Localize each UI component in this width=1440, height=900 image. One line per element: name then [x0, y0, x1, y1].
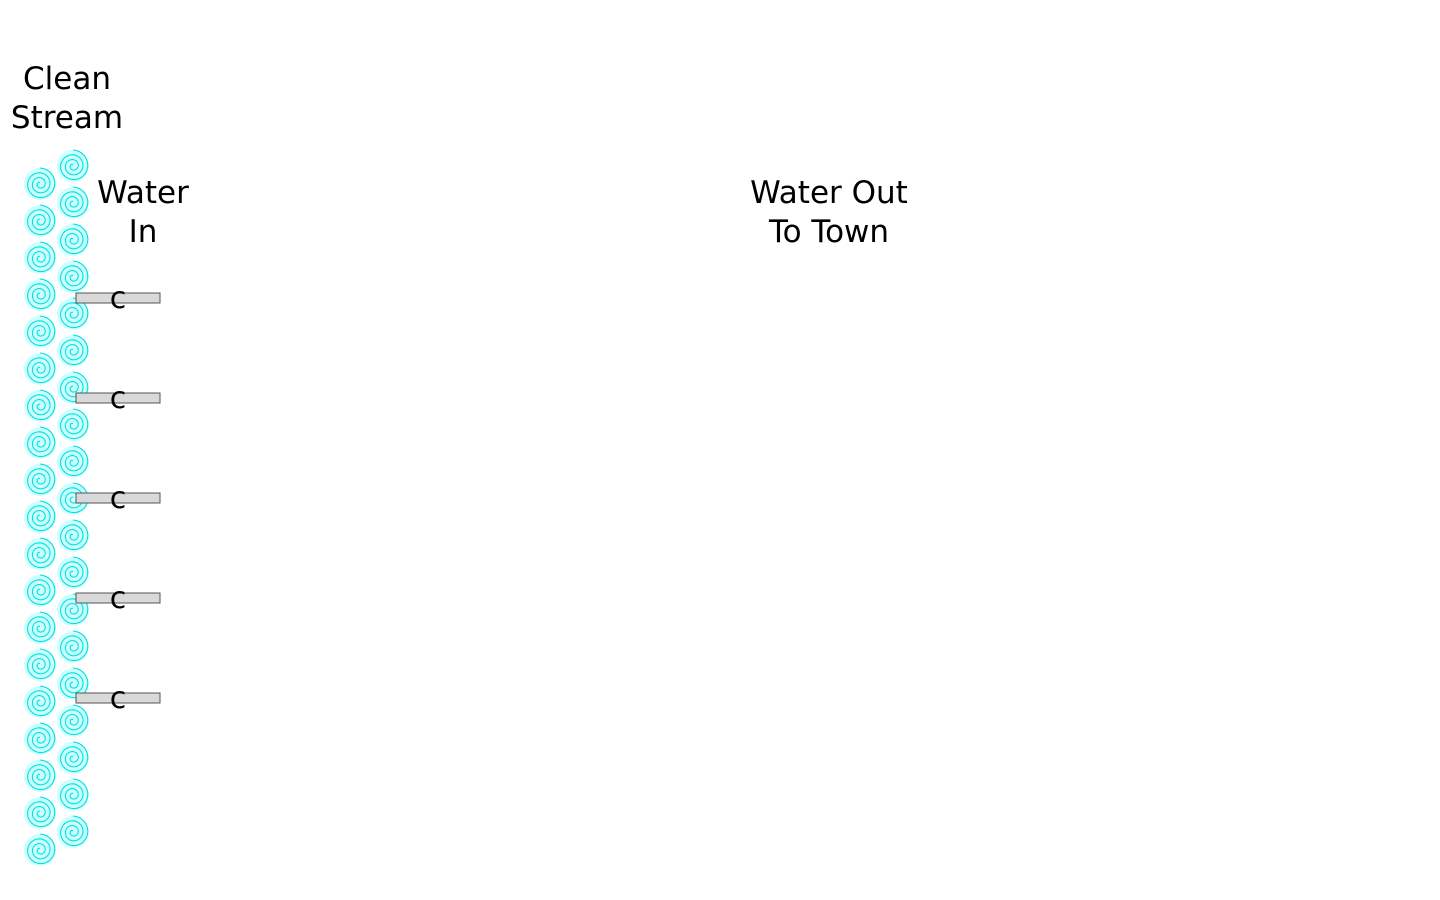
- stream-swirl-icon: [57, 778, 89, 811]
- clean-stream-label-line-2: Stream: [10, 100, 124, 136]
- stream-swirl-icon: [57, 630, 89, 663]
- stream-swirl-icon: [57, 445, 89, 478]
- stream-swirl-icon: [24, 167, 56, 200]
- stream-swirl-icon: [57, 260, 89, 293]
- stream-swirl-icon: [57, 815, 89, 848]
- stream-swirl-icon: [24, 352, 56, 385]
- diagram-canvas: c c c c c Clean Stream Water In Water Out To…: [0, 0, 1440, 900]
- stream-swirl-icon: [24, 796, 56, 829]
- stream-swirl-icon: [57, 223, 89, 256]
- clean-stream-label: Clean Stream: [0, 60, 134, 138]
- stream-swirl-icon: [24, 241, 56, 274]
- water-in-label-line-2: In: [128, 214, 158, 250]
- stream-swirl-icon: [24, 833, 56, 866]
- stream-swirl-icon: [24, 685, 56, 718]
- stream-swirl-icon: [24, 500, 56, 533]
- stream-swirl-icon: [57, 334, 89, 367]
- stream-swirl-icon: [57, 186, 89, 219]
- water-in-label: Water In: [88, 174, 198, 252]
- stream-swirl-icon: [57, 704, 89, 737]
- water-in-label-line-1: Water: [97, 175, 189, 211]
- stream-swirl-icon: [24, 722, 56, 755]
- stream-swirl-icon: [57, 556, 89, 589]
- stream-swirl-icon: [24, 611, 56, 644]
- intake-pipe: c: [75, 481, 161, 516]
- stream-swirl-icon: [24, 463, 56, 496]
- stream-swirl-icon: [24, 315, 56, 348]
- intake-pipes: c c c c c: [75, 281, 161, 716]
- stream-swirl-icon: [24, 759, 56, 792]
- stream-swirl-icon: [24, 574, 56, 607]
- stream-swirl-icon: [24, 278, 56, 311]
- stream-swirl-icon: [24, 389, 56, 422]
- stream-swirl-icon: [24, 537, 56, 570]
- water-out-label: Water Out To Town: [724, 174, 934, 252]
- stream-swirl-icon: [57, 741, 89, 774]
- clean-stream-label-line-1: Clean: [23, 61, 111, 97]
- pipe-symbol: c: [110, 481, 127, 516]
- water-out-label-line-2: To Town: [768, 214, 890, 250]
- pipe-symbol: c: [110, 381, 127, 416]
- stream-swirl-icon: [57, 519, 89, 552]
- water-intake-diagram: c c c c c: [24, 149, 161, 866]
- stream-swirl-icon: [24, 426, 56, 459]
- pipe-symbol: c: [110, 581, 127, 616]
- pipe-symbol: c: [110, 681, 127, 716]
- stream-swirl-icon: [24, 648, 56, 681]
- clean-stream: [24, 149, 89, 866]
- pipe-symbol: c: [110, 281, 127, 316]
- stream-swirl-icon: [57, 149, 89, 182]
- stream-swirl-icon: [24, 204, 56, 237]
- water-out-label-line-1: Water Out: [750, 175, 908, 211]
- stream-swirl-icon: [57, 408, 89, 441]
